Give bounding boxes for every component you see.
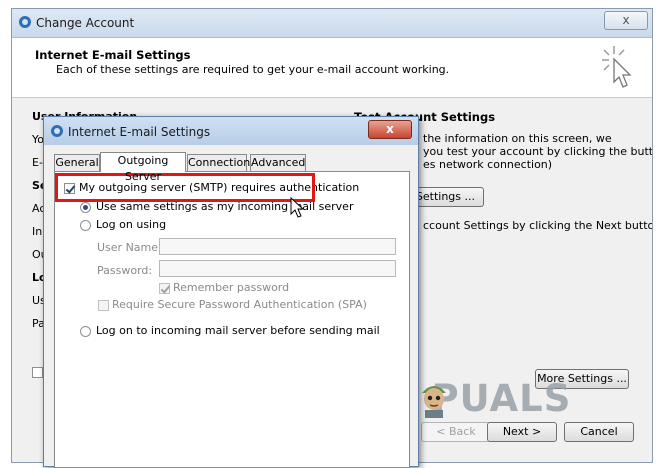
email-address-label: E- (32, 156, 43, 169)
password-label: Password: (97, 264, 153, 277)
test-info-line3: es network connection) (423, 158, 553, 171)
password-field[interactable] (159, 260, 396, 277)
log-on-using-label[interactable]: Log on using (96, 218, 166, 231)
highlight-box (55, 173, 315, 202)
back-button[interactable]: < Back (421, 422, 491, 442)
close-icon: x (386, 122, 394, 136)
close-button[interactable]: x (604, 11, 648, 30)
test-next-info: ccount Settings by clicking the Next but… (423, 219, 653, 232)
cancel-button[interactable]: Cancel (564, 422, 634, 442)
outlook-app-icon (18, 15, 32, 29)
tab-connection[interactable]: Connection (187, 154, 250, 171)
header-panel: Internet E-mail Settings Each of these s… (12, 38, 652, 98)
tab-advanced[interactable]: Advanced (250, 154, 306, 171)
title-bar: Change Account x (12, 9, 652, 38)
window-title: Change Account (36, 16, 135, 30)
mouse-cursor-icon (290, 197, 305, 218)
tab-outgoing-server[interactable]: Outgoing Server (100, 152, 186, 183)
use-same-settings-radio[interactable] (80, 202, 91, 213)
spa-label: Require Secure Password Authentication (… (112, 298, 367, 311)
log-on-incoming-first-label[interactable]: Log on to incoming mail server before se… (96, 324, 380, 337)
test-info-line1: the information on this screen, we (423, 132, 612, 145)
dialog-close-button[interactable]: x (368, 120, 412, 139)
mascot-icon (422, 386, 446, 418)
remember-password-label: Remember password (173, 281, 290, 294)
dialog-title-bar: Internet E-mail Settings x (44, 117, 418, 145)
remember-password-checkbox[interactable] (159, 283, 170, 294)
user-name-label: User Name: (97, 241, 162, 254)
close-icon: x (622, 13, 630, 27)
outgoing-server-panel: My outgoing server (SMTP) requires authe… (54, 171, 410, 468)
internet-email-settings-dialog: Internet E-mail Settings x General Outgo… (43, 116, 419, 468)
cursor-sparkle-icon (600, 44, 636, 90)
log-on-incoming-first-radio[interactable] (80, 326, 91, 337)
remember-password-checkbox[interactable] (32, 367, 43, 378)
tab-general[interactable]: General (54, 154, 100, 171)
dialog-title: Internet E-mail Settings (68, 125, 211, 139)
header-title: Internet E-mail Settings (35, 48, 191, 62)
incoming-server-label: In (32, 225, 43, 238)
user-name-field[interactable] (159, 238, 396, 255)
next-button[interactable]: Next > (487, 422, 557, 442)
appuals-watermark: A PUALS (388, 377, 626, 421)
header-subtitle: Each of these settings are required to g… (56, 63, 450, 76)
test-info-line2: you test your account by clicking the bu… (423, 145, 653, 158)
log-on-using-radio[interactable] (80, 220, 91, 231)
spa-checkbox[interactable] (98, 300, 109, 311)
outlook-app-icon (50, 124, 64, 138)
